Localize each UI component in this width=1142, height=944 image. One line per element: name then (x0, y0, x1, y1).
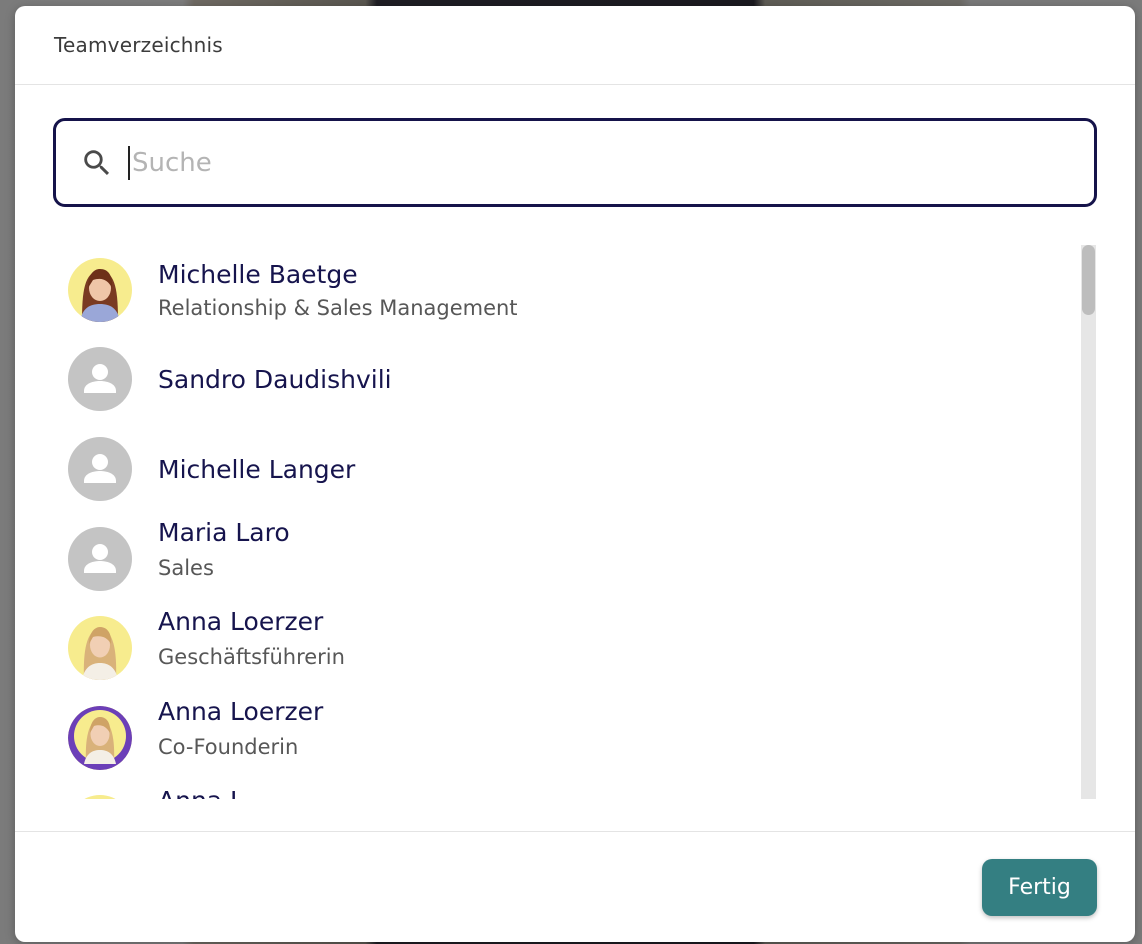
dialog-title: Teamverzeichnis (54, 33, 223, 57)
avatar (68, 795, 132, 799)
team-member-list: Michelle Baetge Relationship & Sales Man… (53, 238, 1097, 799)
member-role: Geschäftsführerin (158, 645, 345, 669)
done-button[interactable]: Fertig (982, 859, 1097, 916)
avatar (68, 706, 132, 770)
member-name: Michelle Baetge (158, 260, 358, 289)
member-list-item[interactable]: Maria Laro Sales (53, 518, 1063, 612)
member-role: Co-Founderin (158, 735, 299, 759)
avatar (68, 437, 132, 501)
search-box[interactable] (53, 118, 1097, 207)
member-list-item[interactable]: Michelle Langer (53, 432, 1063, 522)
avatar (68, 616, 132, 680)
person-placeholder-icon (84, 544, 116, 573)
dialog-header: Teamverzeichnis (15, 6, 1135, 85)
member-name: Anna L (158, 786, 244, 799)
team-directory-dialog: Teamverzeichnis Michelle Baetge Relation… (15, 6, 1135, 942)
scrollbar-thumb[interactable] (1082, 245, 1095, 315)
member-list-item[interactable]: Anna Loerzer Co-Founderin (53, 697, 1063, 791)
member-name: Michelle Langer (158, 455, 356, 484)
portrait-photo (68, 795, 132, 799)
person-placeholder-icon (84, 454, 116, 483)
member-role: Relationship & Sales Management (158, 296, 518, 320)
person-placeholder-icon (84, 364, 116, 393)
member-role: Sales (158, 556, 214, 580)
member-name: Anna Loerzer (158, 697, 324, 726)
avatar (68, 258, 132, 322)
portrait-photo (82, 627, 118, 680)
search-input[interactable] (128, 145, 1032, 180)
member-name: Sandro Daudishvili (158, 365, 392, 394)
avatar (68, 527, 132, 591)
search-icon (84, 149, 110, 175)
portrait-photo (80, 269, 120, 322)
avatar (68, 347, 132, 411)
member-list-item[interactable]: Anna L (53, 786, 1063, 799)
member-name: Maria Laro (158, 518, 290, 547)
member-list-item[interactable]: Sandro Daudishvili (53, 342, 1063, 432)
list-scrollbar[interactable] (1081, 245, 1096, 799)
dialog-footer: Fertig (15, 831, 1135, 942)
member-name: Anna Loerzer (158, 607, 324, 636)
hiring-badge-photo (68, 706, 132, 770)
member-list-item[interactable]: Anna Loerzer Geschäftsführerin (53, 607, 1063, 701)
member-list-item[interactable]: Michelle Baetge Relationship & Sales Man… (53, 252, 1063, 342)
